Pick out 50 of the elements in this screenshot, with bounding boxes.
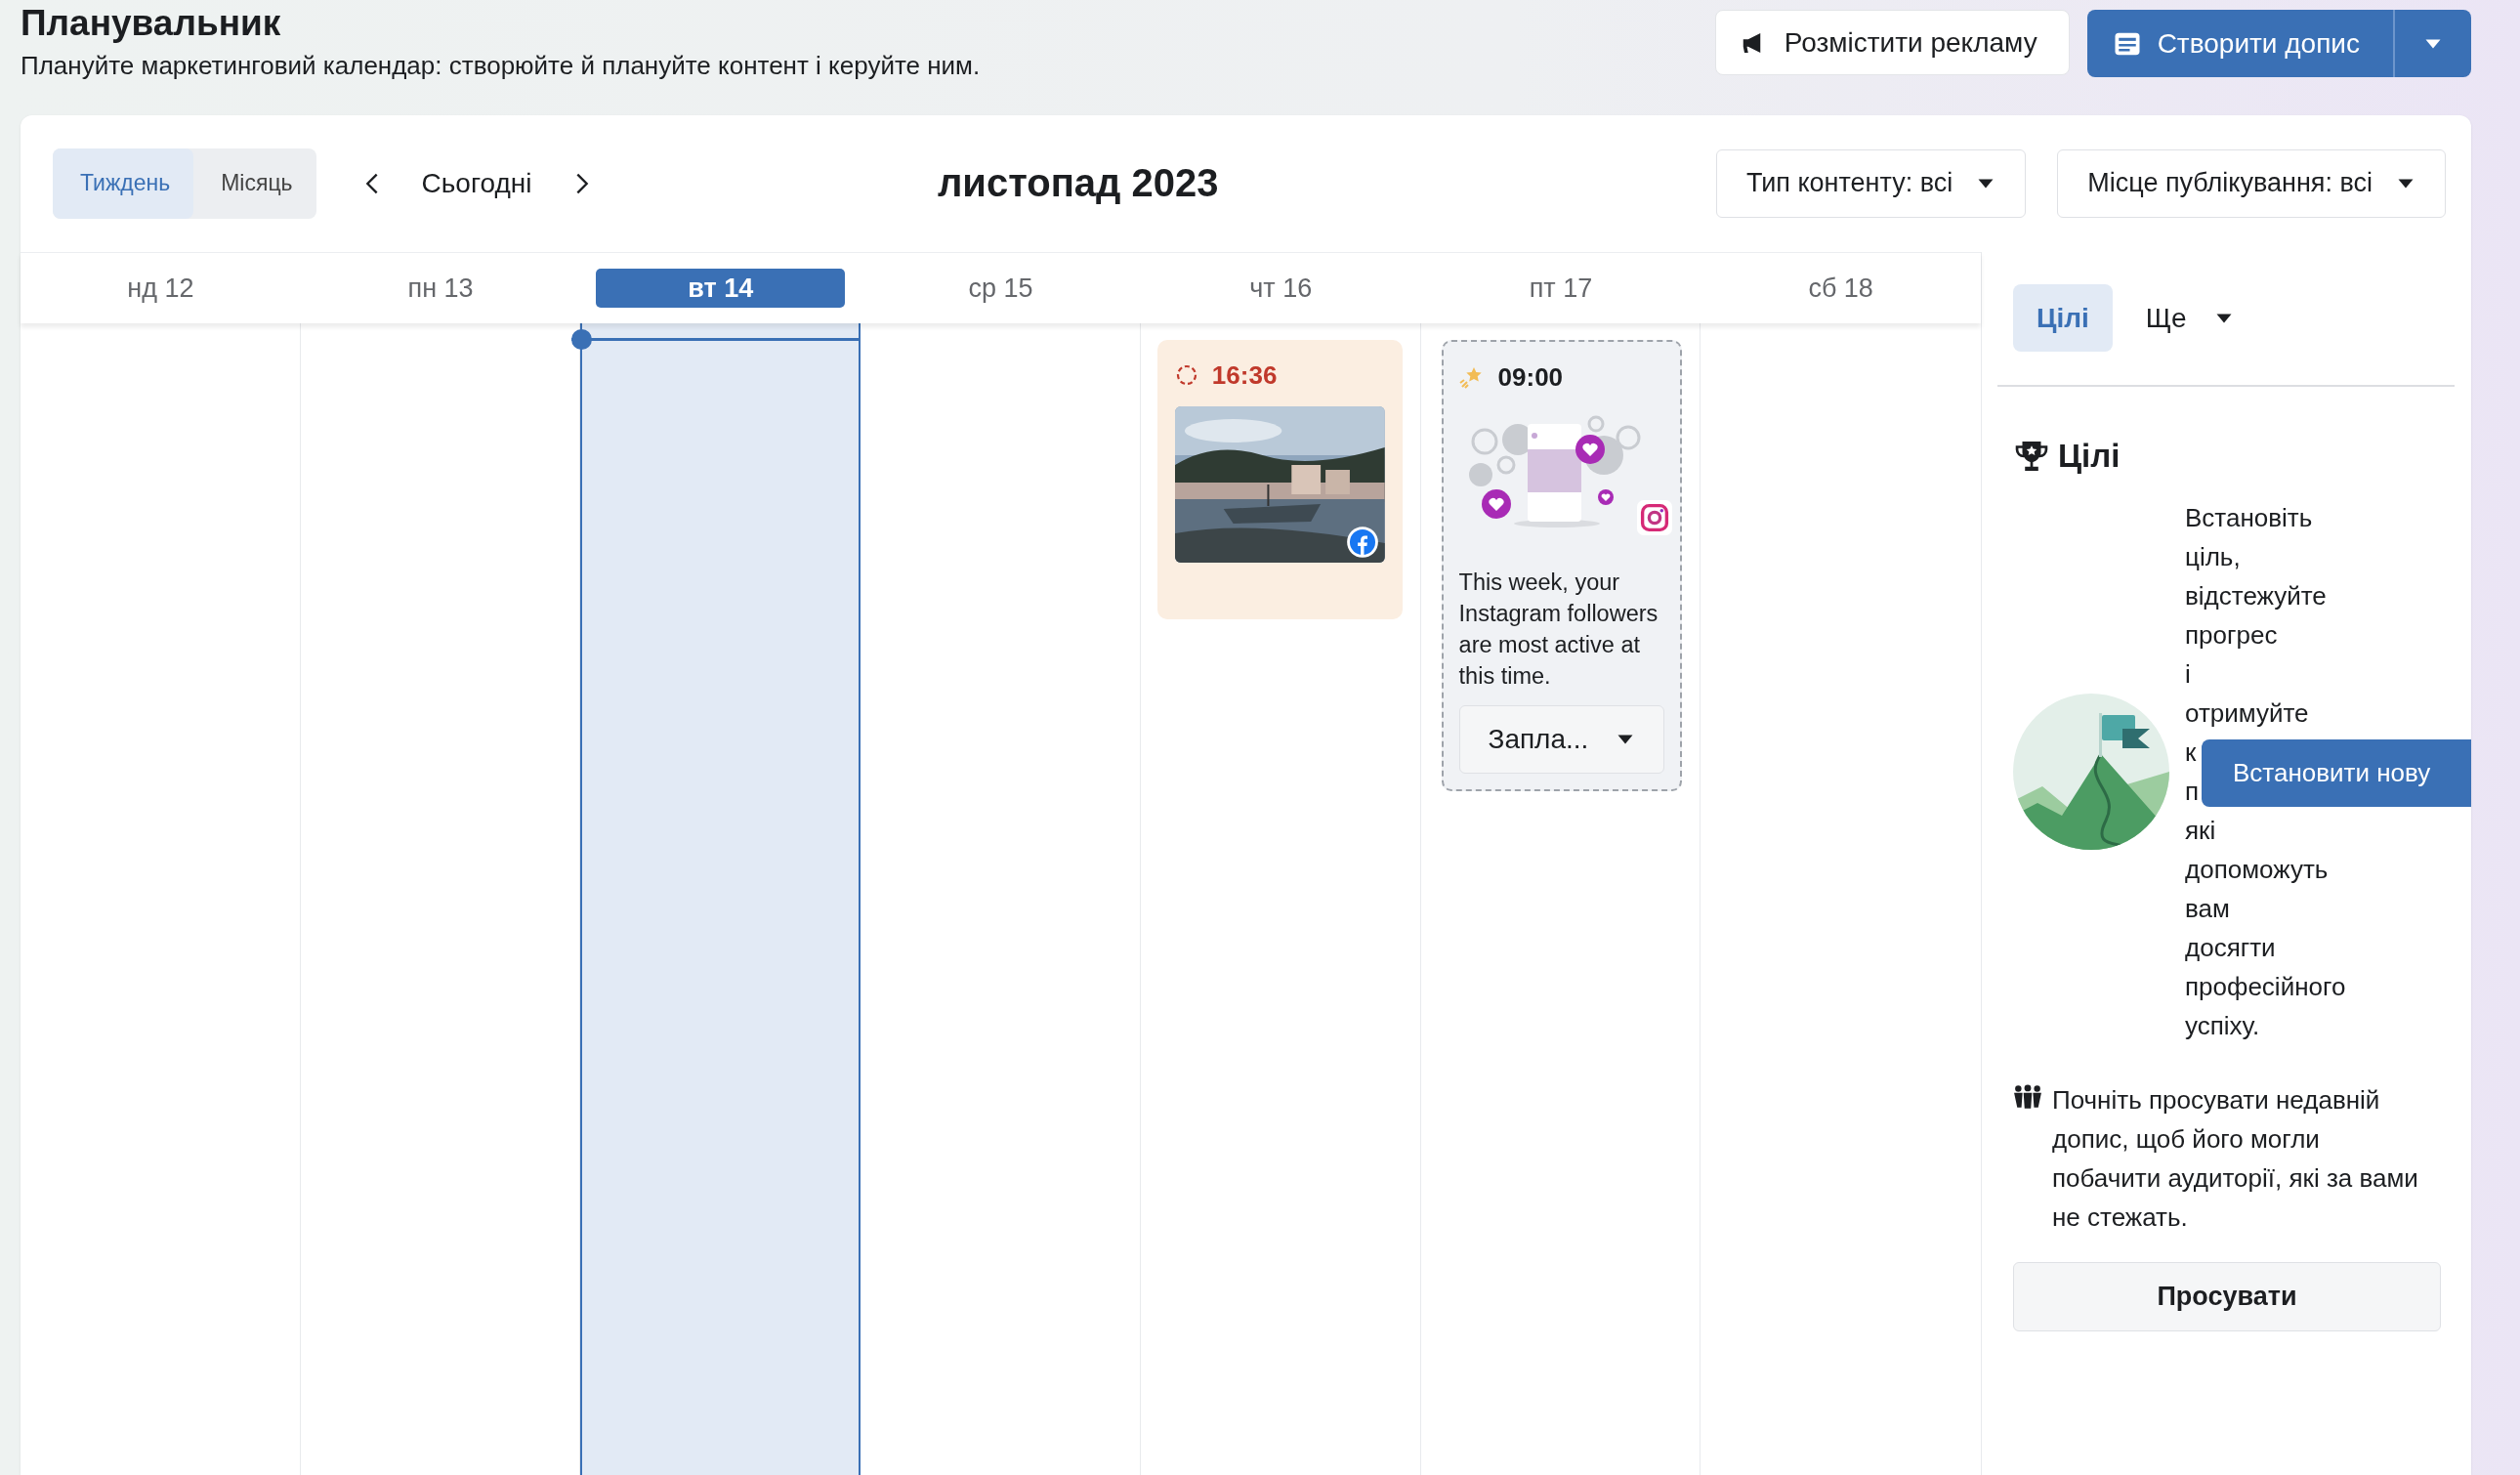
people-icon [2013, 1084, 2042, 1110]
month-title: листопад 2023 [937, 161, 1219, 204]
caret-icon [2423, 37, 2443, 50]
page-title: Планувальник [21, 2, 282, 45]
day-header: сб 18 [1807, 273, 1874, 305]
today-button[interactable]: Сьогодні [407, 167, 546, 199]
day-header: чт 16 [1248, 273, 1314, 305]
goal-text-line: успіху. [2185, 1010, 2261, 1042]
day-header: ср 15 [967, 273, 1034, 305]
goal-text-line: і [2185, 658, 2192, 691]
schedule-dropdown[interactable]: Запла... [1458, 705, 1665, 774]
goals-heading: Цілі [2058, 438, 2121, 475]
goal-text-line: які [2185, 815, 2217, 847]
promote-text: Почніть просувати недавній допис, щоб його могли побачити аудиторії, які за вами не стежать. [2052, 1084, 2419, 1234]
suggested-time: 09:00 [1497, 361, 1564, 393]
goal-text-line: к [2185, 737, 2198, 769]
goal-text-line: допоможуть [2185, 854, 2330, 886]
caret-icon [2396, 177, 2415, 190]
goal-text-line: ціль, [2185, 541, 2242, 573]
create-post-button[interactable]: Створити допис [2086, 10, 2393, 77]
post-time: 16:36 [1211, 359, 1278, 391]
day-header: пн 13 [406, 273, 475, 305]
filter-dropdown[interactable]: Тип контенту: всі [1715, 148, 2027, 218]
goal-text-line: прогрес [2185, 619, 2279, 652]
goal-text-line: Встановіть [2185, 502, 2314, 534]
goal-text-line: отримуйте [2185, 697, 2310, 730]
chevron-right-icon [574, 171, 589, 195]
instagram-icon [1636, 500, 1672, 535]
more-tab[interactable]: Ще [2121, 284, 2257, 352]
goal-text-line: вам [2185, 893, 2231, 925]
pending-icon [1174, 363, 1198, 387]
day-header: пт 17 [1528, 273, 1594, 305]
goals-tab[interactable]: Цілі [2013, 284, 2113, 352]
scheduled-post-card[interactable]: 16:36 [1156, 340, 1403, 619]
day-header: нд 12 [126, 273, 195, 305]
goal-text-line: професійного [2185, 971, 2346, 1003]
promote-button[interactable]: Просувати [2013, 1262, 2441, 1331]
set-goal-button[interactable]: Встановити нову [2202, 739, 2471, 807]
page-subtitle: Плануйте маркетинговий календар: створюйте й плануйте контент і керуйте ним. [21, 51, 981, 81]
chevron-left-icon [364, 171, 379, 195]
goal-text-line: досягти [2185, 932, 2277, 964]
suggestion-text: This week, your Instagram followers are most active at this time. [1458, 569, 1659, 691]
place-ad-button[interactable]: Розмістити рекламу [1714, 10, 2070, 75]
view-tab[interactable]: Тиждень [53, 148, 194, 219]
goal-text-line: відстежуйте [2185, 580, 2328, 612]
facebook-icon [1345, 526, 1379, 559]
day-header: вт 14 [596, 269, 846, 308]
filter-dropdown[interactable]: Місце публікування: всі [2057, 148, 2446, 218]
create-options-button[interactable] [2393, 10, 2471, 77]
view-tab[interactable]: Місяць [193, 148, 316, 219]
